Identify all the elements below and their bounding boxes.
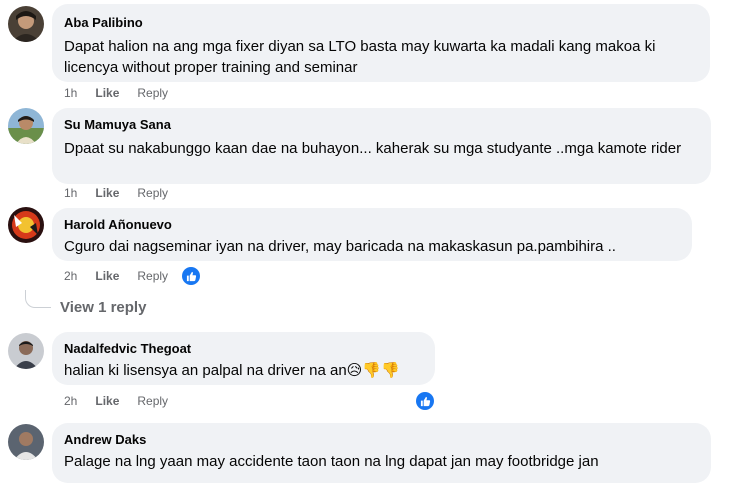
avatar[interactable]	[8, 207, 44, 243]
comment-time[interactable]: 1h	[64, 186, 77, 200]
like-button[interactable]: Like	[95, 186, 119, 200]
view-replies-link[interactable]: View 1 reply	[60, 298, 146, 318]
comment-author[interactable]: Aba Palibino	[64, 14, 698, 31]
comment-bubble: Andrew Daks Palage na lng yaan may accid…	[52, 423, 711, 483]
comment-time[interactable]: 2h	[64, 394, 77, 408]
avatar[interactable]	[8, 424, 44, 460]
avatar[interactable]	[8, 333, 44, 369]
reply-thread-connector	[25, 290, 51, 308]
reply-button[interactable]: Reply	[137, 394, 168, 408]
reply-button[interactable]: Reply	[137, 186, 168, 200]
thumbs-up-icon[interactable]	[416, 392, 434, 410]
like-button[interactable]: Like	[95, 269, 119, 283]
comment-bubble: Su Mamuya Sana Dpaat su nakabunggo kaan …	[52, 108, 711, 184]
reply-button[interactable]: Reply	[137, 86, 168, 100]
like-button[interactable]: Like	[95, 394, 119, 408]
comment-time[interactable]: 2h	[64, 269, 77, 283]
avatar[interactable]	[8, 6, 44, 42]
comment-text: halian ki lisensya an palpal na driver n…	[64, 362, 400, 379]
comment-bubble: Nadalfedvic Thegoat halian ki lisensya a…	[52, 332, 435, 385]
comment-actions: 2h Like Reply	[64, 393, 186, 409]
comment-text: Cguro dai nagseminar iyan na driver, may…	[64, 238, 616, 255]
comment-actions: 2h Like Reply	[64, 267, 201, 285]
comment-bubble: Aba Palibino Dapat halion na ang mga fix…	[52, 4, 710, 82]
comment-text: Dpaat su nakabunggo kaan dae na buhayon.…	[64, 140, 682, 157]
thumbs-up-icon[interactable]	[182, 267, 201, 285]
reply-button[interactable]: Reply	[137, 269, 168, 283]
comment-actions: 1h Like Reply	[64, 185, 186, 201]
comment-actions: 1h Like Reply	[64, 85, 186, 101]
like-button[interactable]: Like	[95, 86, 119, 100]
comment-author[interactable]: Nadalfedvic Thegoat	[64, 340, 423, 357]
comment-text: Palage na lng yaan may accidente taon ta…	[64, 453, 599, 470]
comment-time[interactable]: 1h	[64, 86, 77, 100]
comment-author[interactable]: Andrew Daks	[64, 431, 699, 448]
comment-author[interactable]: Su Mamuya Sana	[64, 116, 699, 133]
avatar[interactable]	[8, 108, 44, 144]
comment-bubble: Harold Añonuevo Cguro dai nagseminar iya…	[52, 208, 692, 261]
comment-text: Dapat halion na ang mga fixer diyan sa L…	[64, 38, 656, 76]
comment-author[interactable]: Harold Añonuevo	[64, 216, 680, 233]
